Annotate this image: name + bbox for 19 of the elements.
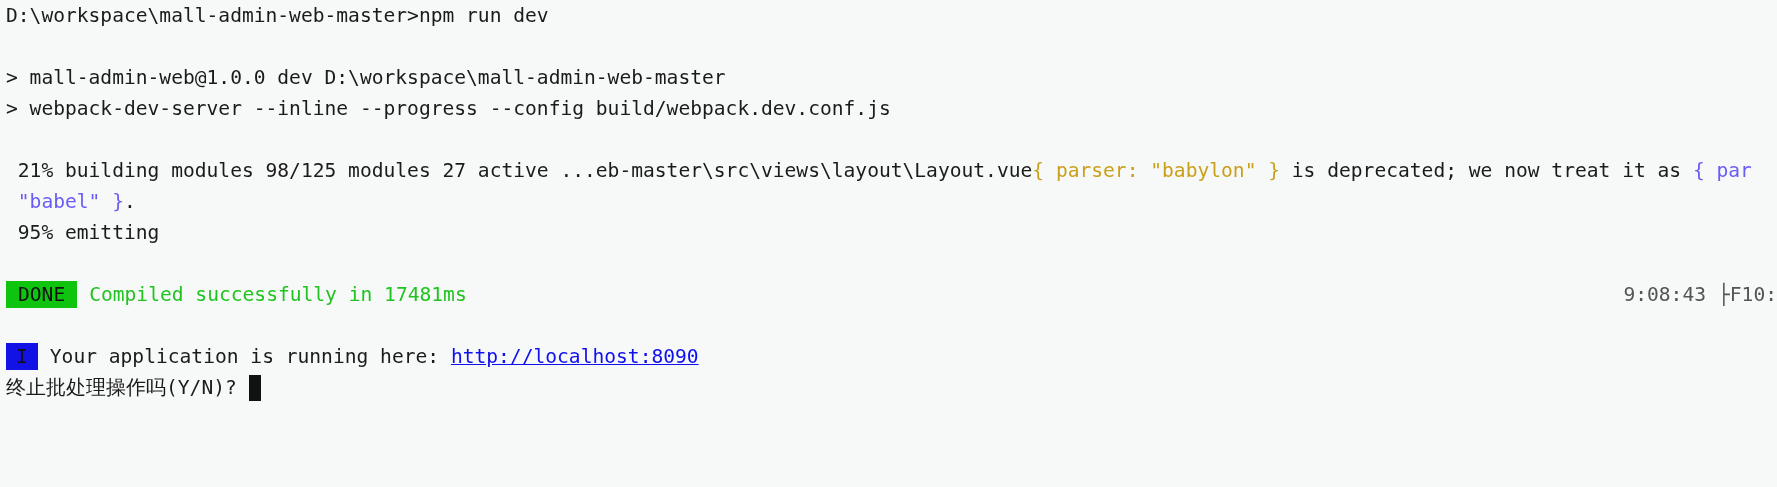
timestamp-text: ├F10: [1718, 283, 1777, 306]
terminal-text: 95% emitting [16, 221, 160, 244]
url-link[interactable]: http://localhost:8090 [450, 345, 699, 368]
status-badge: I [6, 343, 38, 370]
terminal-text: Your application is running here: [49, 345, 441, 368]
terminal-text: > mall-admin-web@1.0.0 dev D:\workspace\mall-admin-web-master [6, 66, 726, 89]
cursor-icon [248, 374, 261, 401]
terminal-text: . [123, 190, 136, 213]
success-message: Compiled successfully in 17481ms [89, 283, 467, 306]
terminal-text: > webpack-dev-server --inline --progress --config build/webpack.dev.conf.js [6, 97, 891, 120]
warning-text: { parser: "babylon" } [1032, 159, 1281, 182]
terminal-text: 21% building modules 98/125 modules 27 active ...eb-master\src\views\layout\Layout.vue [16, 159, 1033, 182]
terminal-text: is deprecated; we now treat it as [1290, 159, 1683, 182]
terminal-text: 终止批处理操作吗(Y/N)? [6, 375, 238, 401]
option-text: { par [1692, 159, 1752, 182]
status-badge: DONE [6, 281, 78, 308]
terminal-text: D:\workspace\mall-admin-web-master>npm run dev [6, 4, 549, 27]
option-text: "babel" } [16, 190, 124, 213]
timestamp-text: 9:08:43 [1623, 283, 1706, 306]
